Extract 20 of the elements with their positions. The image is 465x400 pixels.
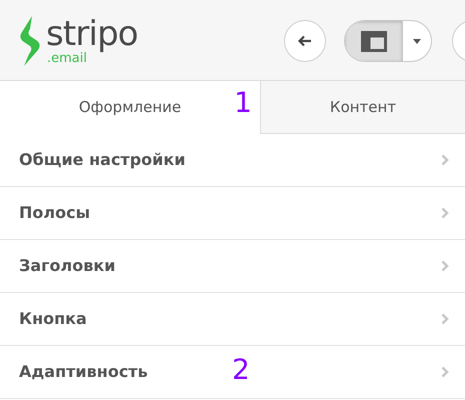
logo-suffix: .email (47, 52, 87, 64)
annotation-number: 1 (234, 89, 252, 117)
layout-icon (360, 30, 386, 52)
layout-button[interactable] (345, 21, 403, 61)
chevron-right-icon (441, 313, 449, 325)
back-button[interactable] (284, 20, 326, 62)
chevron-right-icon (441, 366, 449, 378)
settings-item[interactable]: Общие настройки (0, 134, 465, 187)
caret-icon (413, 38, 421, 44)
chevron-right-icon (441, 154, 449, 166)
annotation-number: 2 (232, 356, 250, 384)
tab[interactable]: Контент (260, 81, 465, 134)
logo-name: stripo (46, 16, 138, 52)
settings-item[interactable]: Полосы (0, 187, 465, 240)
chevron-right-icon (441, 207, 449, 219)
chevron-right-icon (441, 260, 449, 272)
arrow-left-icon (298, 35, 312, 47)
settings-item[interactable]: Кнопка (0, 293, 465, 346)
settings-item[interactable]: Адаптивность 2 (0, 346, 465, 399)
settings-item[interactable]: Заголовки (0, 240, 465, 293)
